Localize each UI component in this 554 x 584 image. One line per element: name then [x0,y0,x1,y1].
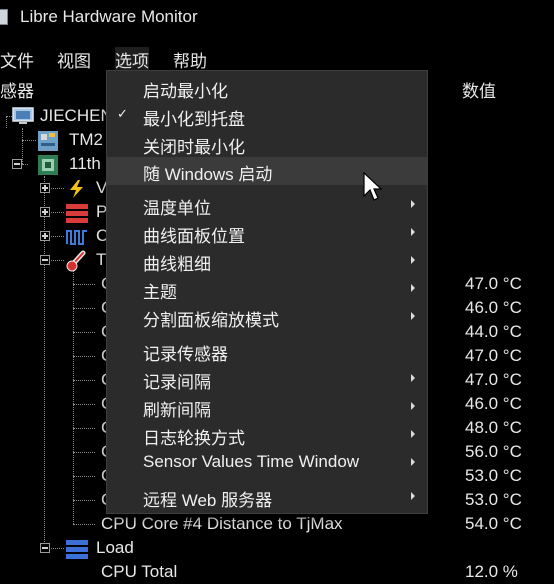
menu-item-label: 曲线面板位置 [143,227,245,246]
expand-icon[interactable] [40,231,50,241]
sensor-value: 46.0 °C [465,298,522,317]
window-title: Libre Hardware Monitor [20,7,198,26]
sensor-value: 56.0 °C [465,442,522,461]
submenu-arrow-icon [411,284,415,292]
menu-item-plot-location[interactable]: 曲线面板位置 [107,219,427,247]
computer-icon [12,107,34,124]
submenu-arrow-icon [411,402,415,410]
sensor-value: 54.0 °C [465,514,522,533]
menu-item-label: 刷新间隔 [143,401,211,420]
tree-label: TM2 [69,130,103,149]
sensor-label: CPU Core #4 Distance to TjMax [101,514,343,533]
menu-item-plot-line-width[interactable]: 曲线粗细 [107,247,427,275]
submenu-arrow-icon [411,256,415,264]
menu-item-minimize-to-tray[interactable]: ✓ 最小化到托盘 [107,102,427,130]
menu-item-label: 记录传感器 [143,345,228,364]
menu-item-start-minimized[interactable]: 启动最小化 [107,74,427,102]
menu-item-label: 主题 [143,283,177,302]
options-dropdown-menu: 启动最小化 ✓ 最小化到托盘 关闭时最小化 随 Windows 启动 温度单位 … [106,70,428,514]
menu-item-label: 记录间隔 [143,373,211,392]
menu-item-sensor-time-window[interactable]: Sensor Values Time Window [107,449,427,477]
menu-item-log-rotation[interactable]: 日志轮换方式 [107,421,427,449]
submenu-arrow-icon [411,374,415,382]
collapse-icon[interactable] [40,255,50,265]
submenu-arrow-icon [411,228,415,236]
submenu-arrow-icon [411,430,415,438]
menu-item-theme[interactable]: 主题 [107,275,427,303]
menu-options[interactable]: 选项 [115,47,149,72]
motherboard-icon [38,131,58,151]
title-bar: Libre Hardware Monitor [0,0,554,34]
menu-item-splitter-scaling[interactable]: 分割面板缩放模式 [107,303,427,331]
load-icon [66,540,88,559]
menu-help[interactable]: 帮助 [173,47,207,72]
check-icon: ✓ [117,106,128,121]
menu-item-update-interval[interactable]: 刷新间隔 [107,393,427,421]
menu-item-logging-interval[interactable]: 记录间隔 [107,365,427,393]
tree-label: 11th [69,154,101,173]
sensor-value: 53.0 °C [465,490,522,509]
sensor-value: 46.0 °C [465,394,522,413]
submenu-arrow-icon [411,458,415,466]
column-value-header[interactable]: 数值 [462,77,496,102]
menu-item-label: 最小化到托盘 [143,110,245,129]
voltage-icon [70,180,83,198]
tree-node-load[interactable]: Load [0,536,554,560]
menu-view[interactable]: 视图 [57,47,91,72]
sensor-row[interactable]: CPU Total 12.0 % [0,560,554,584]
tree-label: Load [96,538,134,557]
sensor-label: CPU Total [101,562,178,581]
menu-item-label: 远程 Web 服务器 [143,491,273,510]
cpu-icon [38,155,58,175]
power-icon [66,204,88,223]
mouse-cursor-icon [363,172,383,201]
tree-label: T [96,250,107,269]
sensor-value: 47.0 °C [465,346,522,365]
collapse-icon[interactable] [12,159,22,169]
app-icon [0,9,8,25]
menu-item-label: 随 Windows 启动 [143,165,273,184]
menu-item-label: 关闭时最小化 [143,138,245,157]
menu-file[interactable]: 文件 [0,47,34,72]
submenu-arrow-icon [411,312,415,320]
collapse-icon[interactable] [40,543,50,553]
sensor-value: 12.0 % [465,562,518,581]
submenu-arrow-icon [411,492,415,500]
expand-icon[interactable] [40,207,50,217]
sensor-row[interactable]: CPU Core #4 Distance to TjMax 54.0 °C [0,512,554,536]
menu-item-label: 启动最小化 [143,82,228,101]
submenu-arrow-icon [411,200,415,208]
sensor-value: 44.0 °C [465,322,522,341]
menu-item-label: 曲线粗细 [143,255,211,274]
sensor-value: 47.0 °C [465,370,522,389]
sensor-value: 53.0 °C [465,466,522,485]
sensor-value: 47.0 °C [465,274,522,293]
menu-item-remote-web-server[interactable]: 远程 Web 服务器 [107,483,427,511]
menu-bar: 文件 视图 选项 帮助 [0,44,554,72]
menu-item-minimize-on-close[interactable]: 关闭时最小化 [107,130,427,158]
menu-item-label: Sensor Values Time Window [143,452,360,471]
thermometer-icon [66,250,86,272]
column-sensor-header[interactable]: 感器 [0,77,34,102]
clock-icon [66,230,87,245]
expand-icon[interactable] [40,183,50,193]
tree-label: JIECHEN [40,106,113,125]
sensor-value: 48.0 °C [465,418,522,437]
menu-item-label: 分割面板缩放模式 [143,311,279,330]
menu-item-log-sensors[interactable]: 记录传感器 [107,337,427,365]
menu-item-label: 日志轮换方式 [143,429,245,448]
menu-item-label: 温度单位 [143,199,211,218]
